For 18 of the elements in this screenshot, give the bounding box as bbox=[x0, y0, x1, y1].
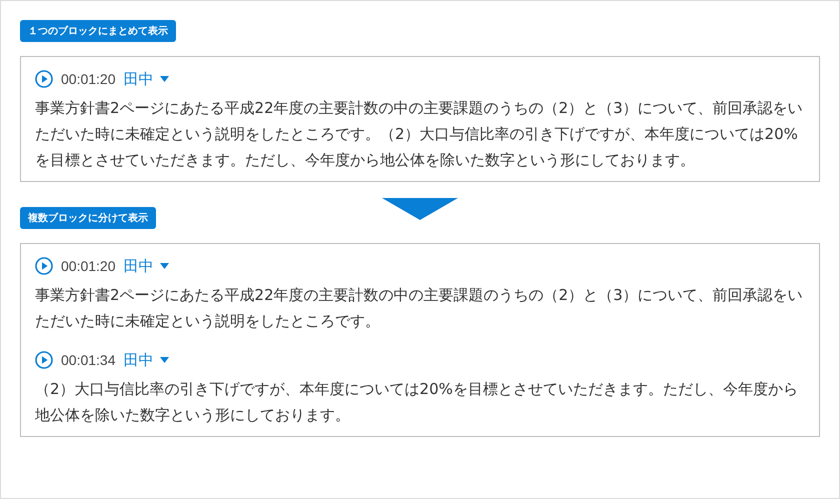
timestamp: 00:01:20 bbox=[61, 71, 116, 87]
timestamp: 00:01:20 bbox=[61, 258, 116, 274]
transcript-text: （2）大口与信比率の引き下げですが、本年度については20%を目標とさせていただきます。ただし、今年度から地公体を除いた数字という形にしております。 bbox=[35, 379, 799, 426]
play-icon[interactable] bbox=[35, 257, 53, 275]
play-icon[interactable] bbox=[35, 351, 53, 369]
play-icon[interactable] bbox=[35, 70, 53, 88]
speaker-dropdown[interactable]: 田中 bbox=[124, 70, 168, 88]
section-label: １つのブロックにまとめて表示 bbox=[20, 20, 176, 42]
transcript-text: 事業方針書2ページにあたる平成22年度の主要計数の中の主要課題のうちの（2）と（3）について、前回承認をいただいた時に未確定という説明をしたところです。（2）大口与信比率の引き下げですが、本年度については20%を目標とさせていただきます。ただし、今年度から地公体を除いた数字という形にしております。 bbox=[35, 98, 804, 171]
caret-icon bbox=[160, 263, 168, 269]
caret-icon bbox=[160, 76, 168, 82]
down-arrow-icon bbox=[382, 198, 458, 220]
transcript-text: 事業方針書2ページにあたる平成22年度の主要計数の中の主要課題のうちの（2）と（3）について、前回承認をいただいた時に未確定という説明をしたところです。 bbox=[35, 285, 804, 332]
section-label: 複数ブロックに分けて表示 bbox=[20, 207, 156, 229]
speaker-dropdown[interactable]: 田中 bbox=[124, 256, 168, 276]
caret-icon bbox=[160, 357, 168, 363]
timestamp: 00:01:34 bbox=[61, 352, 116, 368]
speaker-dropdown[interactable]: 田中 bbox=[124, 350, 168, 370]
